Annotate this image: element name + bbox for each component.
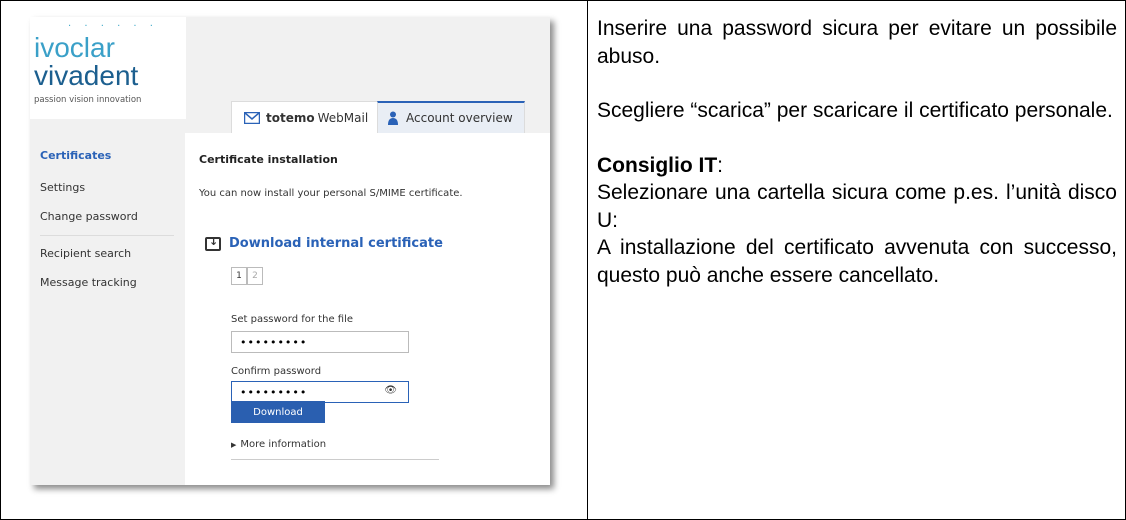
logo-dots: · · · · · · [68,21,158,32]
more-information-toggle[interactable]: ▶ More information [231,439,326,450]
step-1[interactable]: 1 [231,267,247,285]
tab-webmail-label: WebMail [317,110,369,125]
company-logo: · · · · · · ivoclar vivadent passion vis… [30,17,186,119]
download-heading-label: Download internal certificate [229,236,443,251]
download-icon [205,235,221,251]
confirm-password-value: ••••••••• [240,385,308,399]
column-divider [587,0,588,520]
sidebar-item-certificates[interactable]: Certificates [40,149,111,162]
main-content: Certificate installation You can now ins… [185,133,550,485]
tip-line-1: Selezionare una cartella sicura come p.e… [597,181,1117,232]
envelope-icon [244,111,260,124]
logo-line1: ivoclar [34,32,115,63]
tip-colon: : [717,153,723,177]
sidebar-item-settings[interactable]: Settings [40,181,85,194]
download-heading: Download internal certificate [205,235,443,251]
tip-line-2: A installazione del certificato avvenuta… [597,236,1117,287]
tab-account-overview[interactable]: Account overview [377,101,525,133]
sidebar-divider [40,235,174,236]
sidebar-item-message-tracking[interactable]: Message tracking [40,276,137,289]
instructions-panel: Inserire una password sicura per evitare… [597,15,1117,289]
password-label: Set password for the file [231,314,354,325]
caret-right-icon: ▶ [231,441,237,449]
password-value: ••••••••• [240,335,308,349]
step-2[interactable]: 2 [247,267,263,285]
password-field[interactable]: ••••••••• [231,331,409,353]
sidebar-item-recipient-search[interactable]: Recipient search [40,247,131,260]
tab-webmail[interactable]: totemo WebMail [231,101,378,133]
sidebar-item-change-password[interactable]: Change password [40,210,138,223]
tip-title: Consiglio IT [597,153,718,177]
logo-tagline: passion vision innovation [34,95,142,105]
tip-heading: Consiglio IT: [597,152,1117,180]
confirm-password-label: Confirm password [231,366,322,377]
page-title: Certificate installation [199,153,338,166]
webmail-screenshot: · · · · · · ivoclar vivadent passion vis… [30,17,550,485]
logo-line2: vivadent [34,60,139,91]
page-description: You can now install your personal S/MIME… [199,188,463,199]
instruction-paragraph-1: Inserire una password sicura per evitare… [597,17,1117,68]
tab-webmail-brand: totemo [266,110,315,125]
person-icon [388,111,398,125]
instruction-paragraph-2: Scegliere “scarica” per scaricare il cer… [597,99,1113,122]
show-password-icon[interactable]: 👁 [384,385,398,396]
step-indicator: 1 2 [231,267,263,285]
tab-account-label: Account overview [406,111,513,125]
more-information-divider [231,459,439,460]
download-button[interactable]: Download [231,401,325,423]
confirm-password-field[interactable]: ••••••••• 👁 [231,381,409,403]
more-information-label: More information [240,439,327,450]
